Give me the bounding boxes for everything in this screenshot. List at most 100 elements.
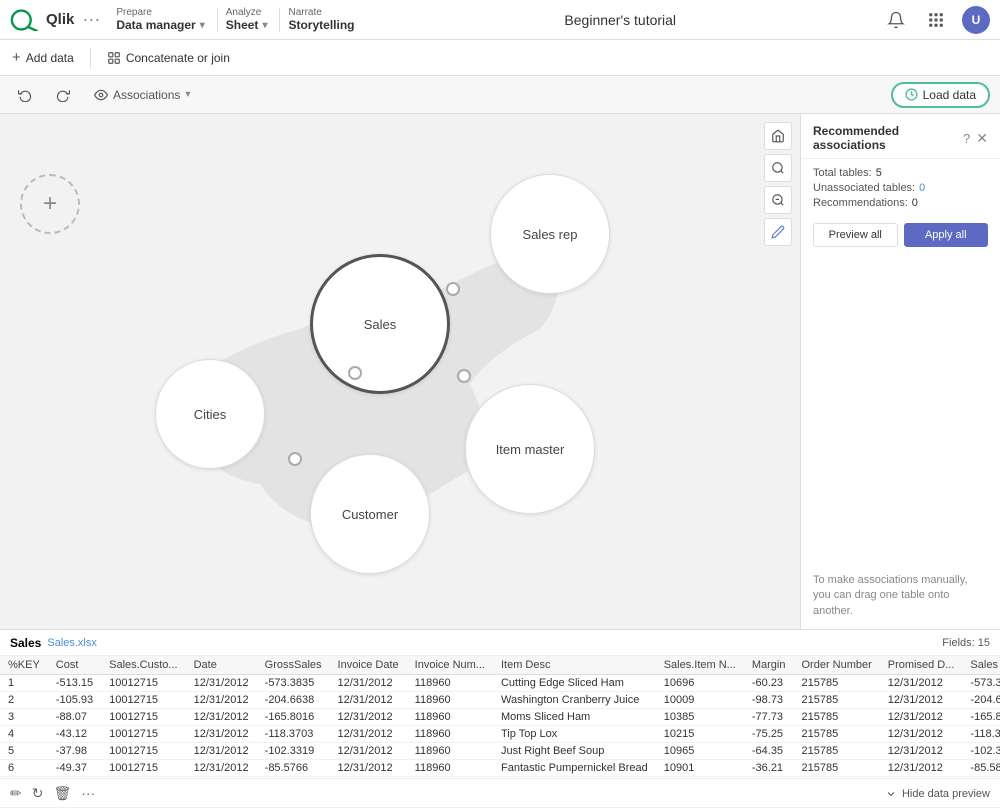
table-cell: 3 xyxy=(0,709,48,726)
table-header-cell: %KEY xyxy=(0,656,48,675)
table-cell: 2 xyxy=(0,692,48,709)
table-cell: 12/31/2012 xyxy=(880,760,963,777)
add-data-button[interactable]: + Add data xyxy=(12,49,74,66)
action-bar: Associations ▾ Load data xyxy=(0,76,1000,114)
undo-button[interactable] xyxy=(10,84,40,106)
refresh-tool-button[interactable]: ↻ xyxy=(32,785,44,802)
table-header-row: %KEYCostSales.Custo...DateGrossSalesInvo… xyxy=(0,656,1000,675)
home-tool-button[interactable] xyxy=(764,122,792,150)
redo-button[interactable] xyxy=(48,84,78,106)
table-cell: 10012715 xyxy=(101,692,185,709)
nav-analyze[interactable]: Analyze Sheet ▾ xyxy=(226,7,268,32)
nav-prepare[interactable]: Prepare Data manager ▾ xyxy=(116,7,204,32)
rec-stats: Total tables: 5 Unassociated tables: 0 R… xyxy=(801,159,1000,217)
associations-chevron: ▾ xyxy=(185,89,190,100)
sales-node[interactable]: Sales xyxy=(310,254,450,394)
table-header-cell: Sales.Custo... xyxy=(101,656,185,675)
table-cell: -75.25 xyxy=(744,726,794,743)
preview-file-link[interactable]: Sales.xlsx xyxy=(47,637,97,649)
table-cell: 118960 xyxy=(407,675,493,692)
associations-label: Associations xyxy=(113,88,180,102)
table-cell: 12/31/2012 xyxy=(186,692,257,709)
user-avatar[interactable]: U xyxy=(962,6,990,34)
table-cell: 10901 xyxy=(656,760,744,777)
main-area: + Sales Sales rep Cities xyxy=(0,114,1000,629)
table-cell: -573.3835 xyxy=(257,675,330,692)
item-master-node[interactable]: Item master xyxy=(465,384,595,514)
grid-icon[interactable] xyxy=(922,6,950,34)
table-cell: 10215 xyxy=(656,726,744,743)
item-master-node-label: Item master xyxy=(496,442,565,457)
pencil-tool-button[interactable] xyxy=(764,218,792,246)
zoom-out-tool-button[interactable] xyxy=(764,186,792,214)
table-cell: -49.37 xyxy=(48,760,101,777)
table-head: %KEYCostSales.Custo...DateGrossSalesInvo… xyxy=(0,656,1000,675)
add-table-button[interactable]: + xyxy=(20,174,80,234)
rec-close-button[interactable]: ✕ xyxy=(976,130,988,147)
table-cell: -105.93 xyxy=(48,692,101,709)
table-cell: Just Right Beef Soup xyxy=(493,743,656,760)
table-row: 6-49.371001271512/31/2012-85.576612/31/2… xyxy=(0,760,1000,777)
notifications-icon[interactable] xyxy=(882,6,910,34)
table-header-cell: Item Desc xyxy=(493,656,656,675)
table-cell: -60.23 xyxy=(744,675,794,692)
table-cell: -118.3703 xyxy=(257,726,330,743)
connector-dot-1 xyxy=(446,282,460,296)
hide-preview-label: Hide data preview xyxy=(902,788,990,800)
nav-narrate[interactable]: Narrate Storytelling xyxy=(288,7,354,32)
table-row: 1-513.151001271512/31/2012-573.383512/31… xyxy=(0,675,1000,692)
concatenate-button[interactable]: Concatenate or join xyxy=(107,51,230,65)
table-cell: -513.15 xyxy=(48,675,101,692)
table-cell: 10012715 xyxy=(101,726,185,743)
table-cell: 10012715 xyxy=(101,743,185,760)
recommendations-panel: Recommended associations ? ✕ Total table… xyxy=(800,114,1000,629)
sales-rep-node-label: Sales rep xyxy=(523,227,578,242)
table-cell: -102.3319 xyxy=(257,743,330,760)
hide-preview-button[interactable]: Hide data preview xyxy=(885,788,990,800)
table-cell: -204.66 xyxy=(962,692,1000,709)
table-cell: 10012715 xyxy=(101,709,185,726)
sales-rep-node[interactable]: Sales rep xyxy=(490,174,610,294)
connector-dot-3 xyxy=(457,369,471,383)
preview-all-button[interactable]: Preview all xyxy=(813,223,898,247)
nav-divider-2 xyxy=(279,8,280,32)
nav-more-button[interactable]: ··· xyxy=(82,9,100,30)
table-header-cell: Invoice Num... xyxy=(407,656,493,675)
rec-panel-header: Recommended associations ? ✕ xyxy=(801,114,1000,159)
canvas: + Sales Sales rep Cities xyxy=(0,114,800,629)
rec-help-button[interactable]: ? xyxy=(963,131,970,146)
rec-buttons: Preview all Apply all xyxy=(801,217,1000,253)
cities-node[interactable]: Cities xyxy=(155,359,265,469)
load-data-button[interactable]: Load data xyxy=(891,82,990,108)
table-cell: 5 xyxy=(0,743,48,760)
table-cell: 12/31/2012 xyxy=(330,726,407,743)
table-cell: 215785 xyxy=(793,726,879,743)
customer-node[interactable]: Customer xyxy=(310,454,430,574)
table-cell: 12/31/2012 xyxy=(880,692,963,709)
table-cell: 118960 xyxy=(407,692,493,709)
table-cell: 215785 xyxy=(793,692,879,709)
table-row: 5-37.981001271512/31/2012-102.331912/31/… xyxy=(0,743,1000,760)
table-cell: 118960 xyxy=(407,709,493,726)
table-cell: 12/31/2012 xyxy=(186,743,257,760)
load-data-label: Load data xyxy=(923,88,976,102)
table-cell: -165.8016 xyxy=(257,709,330,726)
load-data-icon xyxy=(905,88,918,101)
preview-table-name: Sales xyxy=(10,636,41,650)
edit-tool-button[interactable]: ✏ xyxy=(10,785,22,802)
associations-button[interactable]: Associations ▾ xyxy=(86,84,198,106)
redo-icon xyxy=(56,88,70,102)
data-table-scroll[interactable]: %KEYCostSales.Custo...DateGrossSalesInvo… xyxy=(0,656,1000,778)
apply-all-button[interactable]: Apply all xyxy=(904,223,989,247)
add-data-label: Add data xyxy=(26,51,74,65)
unassociated-value: 0 xyxy=(919,182,925,194)
delete-tool-button[interactable]: 🗑 xyxy=(53,785,71,802)
table-header-cell: Date xyxy=(186,656,257,675)
pointer-tool-button[interactable] xyxy=(764,154,792,182)
table-cell: Cutting Edge Sliced Ham xyxy=(493,675,656,692)
preview-fields-count: Fields: 15 xyxy=(942,637,990,649)
recommendations-label: Recommendations: xyxy=(813,197,908,209)
app-title: Beginner's tutorial xyxy=(358,12,882,28)
table-cell: 118960 xyxy=(407,726,493,743)
more-tool-button[interactable]: ··· xyxy=(81,785,95,802)
